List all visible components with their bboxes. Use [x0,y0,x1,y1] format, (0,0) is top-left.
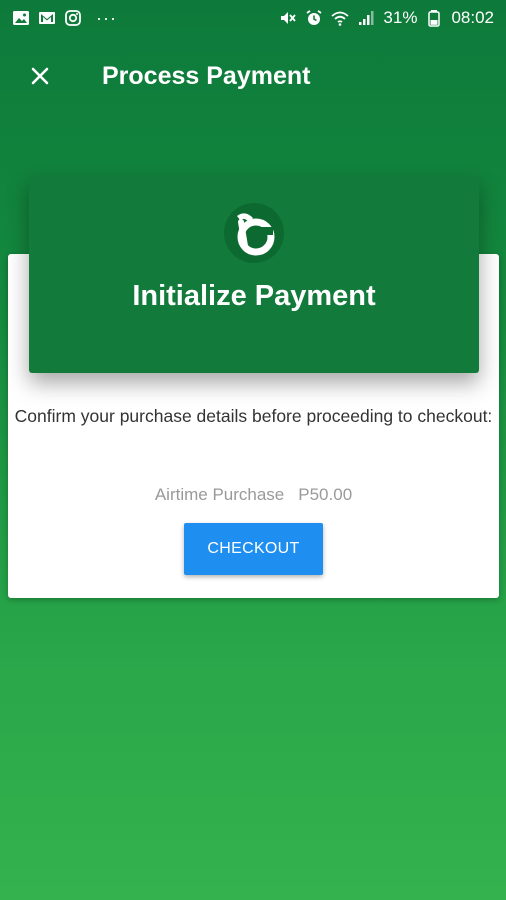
signal-icon [357,9,375,27]
checkout-button[interactable]: CHECKOUT [184,523,323,575]
brand-logo-icon [224,203,284,263]
item-name: Airtime Purchase [154,485,285,504]
battery-percent: 31% [383,8,418,27]
close-button[interactable] [12,48,68,104]
gmail-icon [38,9,56,27]
header-card: Initialize Payment [29,176,479,373]
wifi-icon [331,9,350,27]
item-price: P50.00 [298,485,353,504]
more-dots-icon: ··· [96,7,117,28]
gallery-icon [12,9,30,27]
status-bar: ··· 31% 08:02 [0,0,506,36]
confirm-message: Confirm your purchase details before pro… [14,406,493,426]
status-right-icons: 31% 08:02 [279,8,494,28]
status-time: 08:02 [451,8,494,27]
battery-icon [425,9,443,27]
header-title: Initialize Payment [132,280,376,312]
purchase-summary: Airtime Purchase P50.00 [8,485,499,505]
instagram-icon [64,9,82,27]
mute-icon [279,9,297,27]
page-title: Process Payment [102,61,311,90]
app-bar: Process Payment [0,40,506,112]
status-left-icons: ··· [12,8,117,29]
close-icon [31,67,49,85]
alarm-icon [305,9,323,27]
